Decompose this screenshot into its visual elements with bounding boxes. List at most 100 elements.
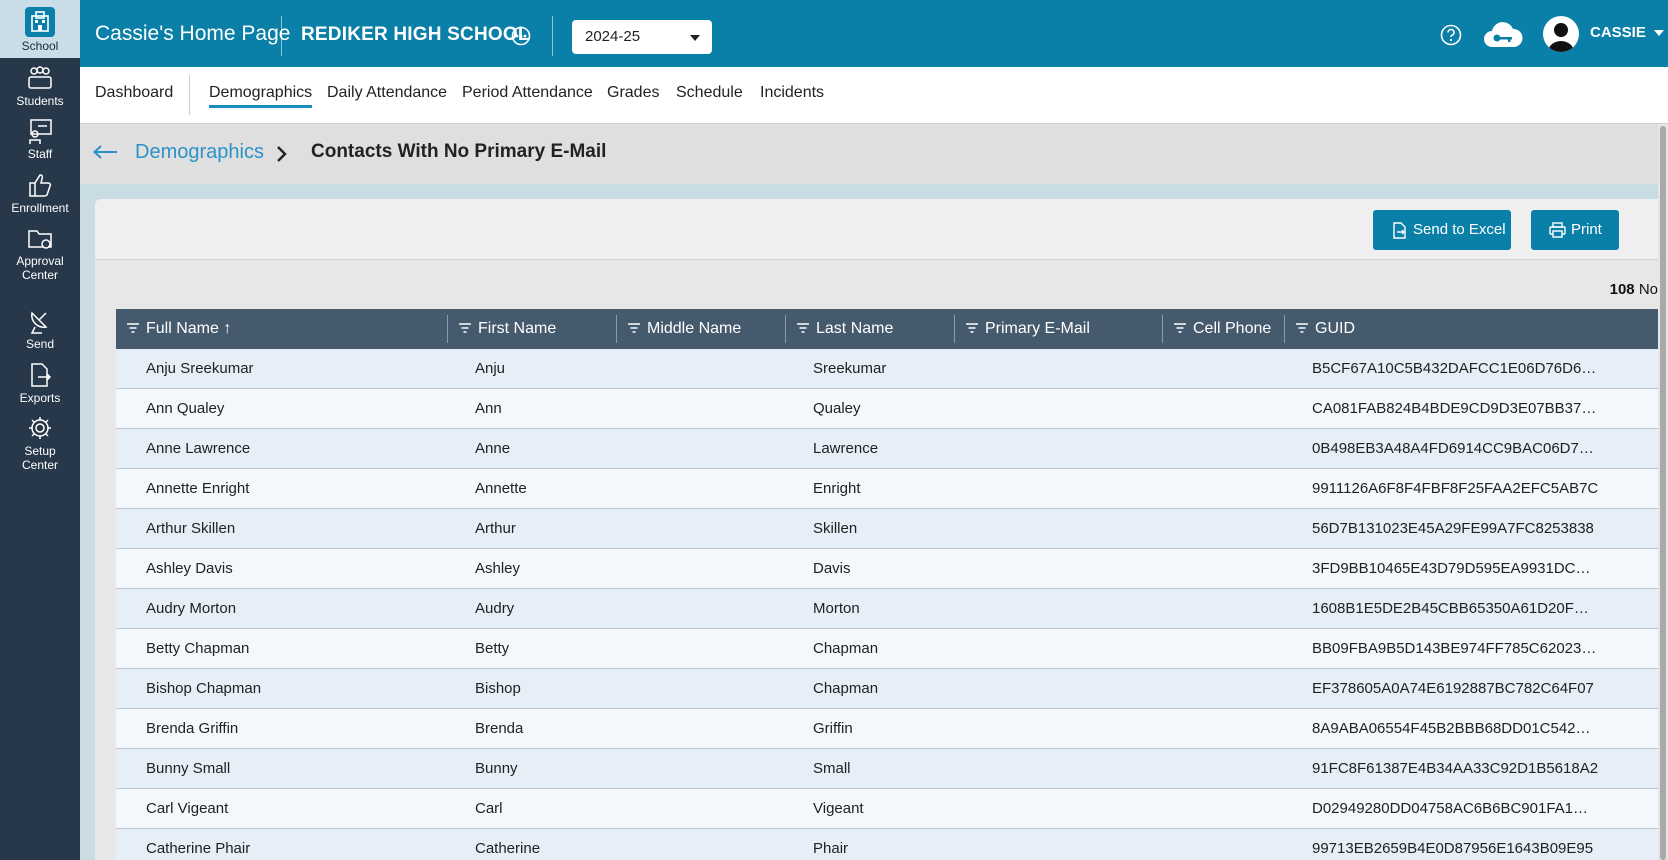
table-cell: Chapman (813, 640, 879, 657)
chevron-down-icon (690, 35, 700, 41)
table-row[interactable]: Anne Lawrence Anne Lawrence 0B498EB3A48A4FD… (116, 429, 1658, 469)
table-row[interactable]: Carl Vigeant Carl Vigeant D02949280DD04758A… (116, 789, 1658, 829)
column-header-label: Last Name (816, 320, 894, 337)
column-header-last-name[interactable]: Last Name (786, 309, 955, 349)
table-cell: Anju Sreekumar (146, 360, 254, 377)
table-row[interactable]: Bishop Chapman Bishop Chapman EF378605A0A74… (116, 669, 1658, 709)
table-cell: Betty (475, 640, 510, 657)
table-cell: Carl (475, 800, 503, 817)
table-cell: Arthur Skillen (146, 520, 236, 537)
table-row[interactable]: Arthur Skillen Arthur Skillen 56D7B131023E4… (116, 509, 1658, 549)
tab-dashboard[interactable]: Dashboard (95, 84, 173, 102)
table-cell: Carl Vigeant (146, 800, 229, 817)
table-cell: EF378605A0A74E6192887BC782C64F07 (1312, 680, 1594, 697)
section-nav: Dashboard Demographics Daily Attendance … (80, 67, 1668, 124)
table-row[interactable]: Anju Sreekumar Anju Sreekumar B5CF67A10C5B4… (116, 349, 1658, 389)
table-cell: Vigeant (813, 800, 864, 817)
table-cell: Audry Morton (146, 600, 237, 617)
table-cell: Brenda Griffin (146, 720, 239, 737)
help-icon[interactable] (1440, 24, 1462, 46)
table-cell: 56D7B131023E45A29FE99A7FC8253838 (1312, 520, 1594, 537)
table-row[interactable]: Bunny Small Bunny Small 91FC8F61387E4B34AA3… (116, 749, 1658, 789)
table-row[interactable]: Betty Chapman Betty Chapman BB09FBA9B5D143B… (116, 629, 1658, 669)
column-header-label: Middle Name (647, 320, 742, 337)
chevron-down-icon (1654, 30, 1665, 37)
table-row[interactable]: Ann Qualey Ann Qualey CA081FAB824B4BDE9CD9D… (116, 389, 1658, 429)
table-cell: 0B498EB3A48A4FD6914CC9BAC06D7… (1312, 440, 1594, 457)
table-cell: Enright (813, 480, 861, 497)
filter-icon[interactable] (966, 323, 978, 333)
sidebar-item-send[interactable]: Send (0, 307, 80, 351)
arrow-left-icon[interactable] (92, 144, 118, 160)
sidebar-item-approval-center[interactable]: Approval Center (0, 224, 80, 282)
file-export-icon (1393, 222, 1406, 239)
contacts-table: Full Name ↑ First Name Middle Name Last … (116, 309, 1658, 860)
column-header-label: First Name (478, 320, 557, 337)
table-cell: Davis (813, 560, 851, 577)
sidebar-item-students[interactable]: Students (0, 64, 80, 108)
print-button[interactable]: Print (1531, 210, 1619, 250)
school-year-value: 2024-25 (585, 28, 641, 45)
table-row[interactable]: Brenda Griffin Brenda Griffin 8A9ABA06554F4… (116, 709, 1658, 749)
column-header-guid[interactable]: GUID (1285, 309, 1658, 349)
table-cell: BB09FBA9B5D143BE974FF785C62023… (1312, 640, 1597, 657)
column-header-full-name[interactable]: Full Name ↑ (116, 309, 448, 349)
school-year-select[interactable]: 2024-25 (572, 20, 712, 54)
cloud-key-icon[interactable] (1482, 20, 1524, 50)
filter-icon[interactable] (1174, 323, 1186, 333)
column-header-primary-email[interactable]: Primary E-Mail (955, 309, 1163, 349)
filter-icon[interactable] (1296, 323, 1308, 333)
user-menu[interactable]: CASSIE (1590, 24, 1665, 41)
tab-incidents[interactable]: Incidents (760, 84, 824, 102)
more-options-icon[interactable] (511, 26, 531, 46)
user-name: CASSIE (1590, 24, 1646, 41)
filter-icon[interactable] (797, 323, 809, 333)
school-building-icon (25, 7, 55, 37)
sidebar-item-school[interactable]: School (0, 0, 80, 58)
home-page-title[interactable]: Cassie's Home Page (95, 22, 290, 46)
sidebar-item-setup-center[interactable]: Setup Center (0, 414, 80, 472)
table-cell: Griffin (813, 720, 853, 737)
satellite-dish-icon (30, 311, 48, 334)
tab-period-attendance[interactable]: Period Attendance (462, 84, 593, 102)
breadcrumb-parent-link[interactable]: Demographics (135, 141, 264, 164)
table-cell: Ann (475, 400, 502, 417)
filter-icon[interactable] (628, 323, 640, 333)
filter-icon[interactable] (127, 323, 139, 333)
record-count-suffix: No (1638, 281, 1658, 298)
sidebar-item-label: Exports (19, 391, 61, 405)
tab-schedule[interactable]: Schedule (676, 84, 743, 102)
table-row[interactable]: Audry Morton Audry Morton 1608B1E5DE2B45CBB… (116, 589, 1658, 629)
sidebar-item-enrollment[interactable]: Enrollment (0, 171, 80, 215)
top-header: Cassie's Home Page REDIKER HIGH SCHOOL 2… (80, 0, 1668, 67)
column-header-label: Cell Phone (1193, 320, 1272, 337)
table-row[interactable]: Ashley Davis Ashley Davis 3FD9BB10465E43D79… (116, 549, 1658, 589)
avatar[interactable] (1543, 16, 1579, 52)
scrollbar-thumb[interactable] (1660, 126, 1666, 860)
table-row[interactable]: Catherine Phair Catherine Phair 99713EB2659… (116, 829, 1658, 860)
table-row[interactable]: Annette Enright Annette Enright 9911126A6F8… (116, 469, 1658, 509)
print-label: Print (1571, 221, 1602, 238)
column-header-cell-phone[interactable]: Cell Phone (1163, 309, 1285, 349)
table-cell: Phair (813, 840, 849, 857)
tab-grades[interactable]: Grades (607, 84, 659, 102)
table-cell: Anne (475, 440, 511, 457)
tab-demographics[interactable]: Demographics (209, 84, 313, 108)
column-header-first-name[interactable]: First Name (448, 309, 617, 349)
filter-icon[interactable] (459, 323, 471, 333)
column-header-label: Full Name ↑ (146, 320, 232, 337)
table-cell: Arthur (475, 520, 516, 537)
column-header-middle-name[interactable]: Middle Name (617, 309, 786, 349)
table-cell: Bishop (475, 680, 521, 697)
sidebar-item-label: Students (16, 94, 64, 108)
table-cell: 91FC8F61387E4B34AA33C92D1B5618A2 (1312, 760, 1599, 777)
sidebar-item-label: Setup Center (21, 444, 59, 472)
chevron-right-icon (277, 146, 287, 162)
table-cell: Annette (475, 480, 527, 497)
sidebar-item-staff[interactable]: Staff (0, 117, 80, 161)
tab-daily-attendance[interactable]: Daily Attendance (327, 84, 447, 102)
send-to-excel-button[interactable]: Send to Excel (1373, 210, 1511, 250)
sidebar-item-label: Approval Center (16, 254, 64, 282)
sidebar-item-exports[interactable]: Exports (0, 361, 80, 405)
sidebar-item-label: Send (25, 337, 55, 351)
